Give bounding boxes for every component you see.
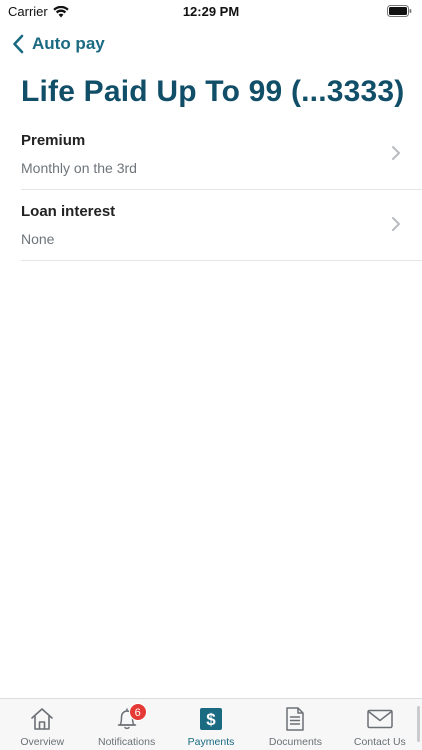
- svg-text:$: $: [206, 710, 216, 729]
- tab-payments-label: Payments: [187, 736, 235, 748]
- chevron-left-icon: [13, 34, 24, 54]
- dollar-icon: $: [200, 706, 223, 732]
- premium-title: Premium: [21, 132, 86, 149]
- page-title: Life Paid Up To 99 (...3333): [21, 75, 405, 108]
- document-icon: [285, 706, 305, 732]
- chevron-right-icon: [392, 217, 400, 231]
- tab-payments[interactable]: $ Payments: [169, 699, 253, 750]
- tab-overview[interactable]: Overview: [0, 699, 84, 750]
- premium-subtitle: Monthly on the 3rd: [21, 160, 137, 176]
- back-button[interactable]: Auto pay: [12, 33, 105, 55]
- scroll-indicator: [417, 706, 420, 742]
- tab-documents-label: Documents: [268, 736, 322, 748]
- tab-contact-us-label: Contact Us: [353, 736, 406, 748]
- status-time: 12:29 PM: [182, 4, 240, 19]
- tab-bar: Overview 6 Notifications $ Payments Docu…: [0, 698, 422, 750]
- loan-interest-subtitle: None: [21, 231, 55, 247]
- chevron-right-icon: [392, 146, 400, 160]
- tab-contact-us[interactable]: Contact Us: [338, 699, 422, 750]
- tab-notifications[interactable]: 6 Notifications: [84, 699, 168, 750]
- notification-badge: 6: [128, 703, 147, 721]
- autopay-list: Premium Monthly on the 3rd Loan interest…: [21, 119, 422, 261]
- mail-icon: [367, 706, 393, 732]
- back-label: Auto pay: [32, 34, 105, 53]
- home-icon: [29, 706, 55, 732]
- bell-icon: 6: [115, 703, 147, 732]
- tab-documents[interactable]: Documents: [253, 699, 337, 750]
- battery-icon: [387, 5, 412, 17]
- status-bar: Carrier 12:29 PM: [0, 0, 422, 22]
- loan-interest-row[interactable]: Loan interest None: [21, 190, 422, 261]
- tab-notifications-label: Notifications: [98, 736, 156, 748]
- tab-overview-label: Overview: [20, 736, 65, 748]
- premium-row[interactable]: Premium Monthly on the 3rd: [21, 119, 422, 190]
- loan-interest-title: Loan interest: [21, 203, 116, 220]
